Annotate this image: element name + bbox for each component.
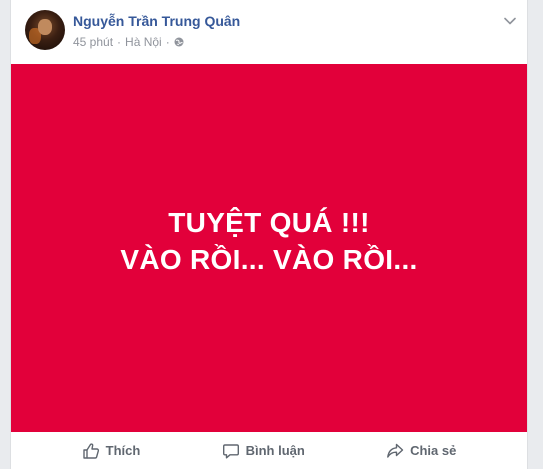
comment-label: Bình luận bbox=[245, 443, 305, 458]
meta-separator: · bbox=[117, 35, 122, 49]
avatar[interactable] bbox=[25, 10, 65, 50]
banner-line-2: VÀO RỒI... VÀO RỒI... bbox=[120, 244, 418, 275]
status-banner[interactable]: TUYỆT QUÁ !!! VÀO RỒI... VÀO RỒI... bbox=[11, 64, 527, 432]
like-label: Thích bbox=[105, 443, 141, 458]
share-button[interactable]: Chia sẻ bbox=[386, 442, 456, 460]
post-meta: 45 phút · Hà Nội · bbox=[73, 35, 184, 49]
thumbs-up-icon bbox=[82, 442, 99, 459]
meta-separator: · bbox=[165, 35, 170, 49]
avatar-face bbox=[38, 19, 52, 35]
post-header: Nguyễn Trần Trung Quân 45 phút · Hà Nội … bbox=[11, 0, 527, 64]
post-time[interactable]: 45 phút bbox=[73, 35, 113, 49]
comment-button[interactable]: Bình luận bbox=[222, 442, 305, 460]
banner-line-1: TUYỆT QUÁ !!! bbox=[168, 207, 370, 238]
post-location[interactable]: Hà Nội bbox=[125, 35, 162, 49]
share-label: Chia sẻ bbox=[410, 443, 457, 458]
author-name[interactable]: Nguyễn Trần Trung Quân bbox=[73, 13, 240, 29]
comment-icon bbox=[222, 443, 239, 458]
action-bar: Thích Bình luận Chia sẻ bbox=[11, 432, 527, 469]
globe-icon[interactable] bbox=[174, 37, 184, 47]
post-card: Nguyễn Trần Trung Quân 45 phút · Hà Nội … bbox=[10, 0, 528, 469]
chevron-down-icon[interactable] bbox=[503, 14, 517, 28]
like-button[interactable]: Thích bbox=[82, 442, 141, 460]
share-icon bbox=[387, 443, 404, 458]
